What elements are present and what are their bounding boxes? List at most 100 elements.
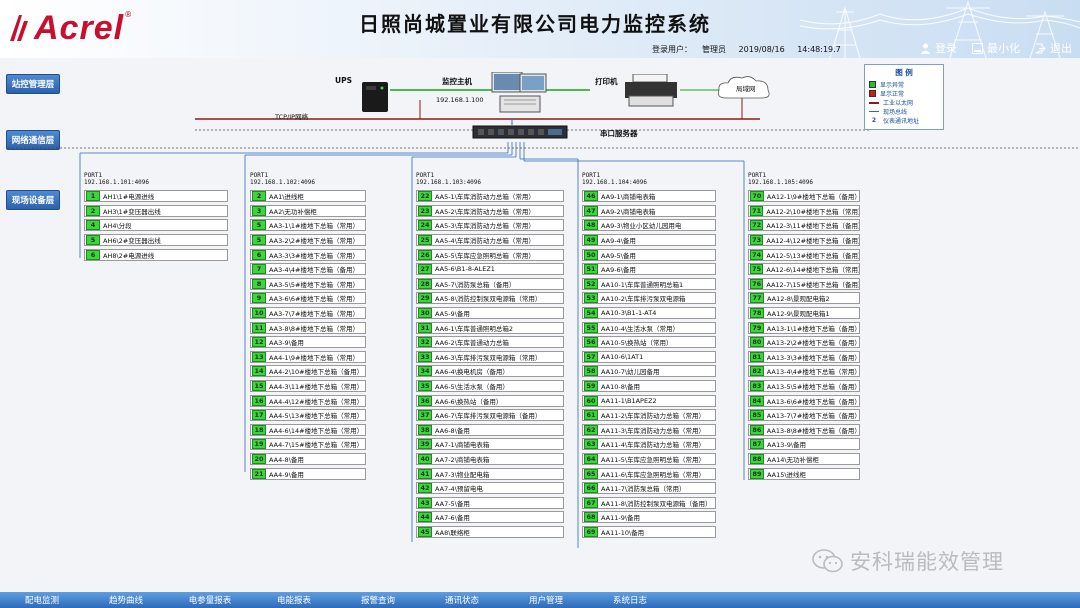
- device-row-box[interactable]: 5 AA3-2\2#楼地下总箱（常用）: [250, 234, 366, 247]
- device-row-box[interactable]: 24 AA5-3\车库消防动力总箱（常用）: [416, 219, 564, 232]
- device-row-box[interactable]: 7 AA3-4\4#楼地下总箱（备用）: [250, 263, 366, 276]
- device-row-box[interactable]: 6 AA3-3\3#楼地下总箱（常用）: [250, 248, 366, 261]
- device-row[interactable]: 77 AA12-8\景观配电箱2: [748, 291, 860, 306]
- device-row-box[interactable]: 35 AA6-5\生活水泵（备用）: [416, 380, 564, 393]
- device-row[interactable]: 57 AA10-6\1AT1: [582, 350, 716, 365]
- device-row[interactable]: 86 AA13-8\8#楼地下总箱（备用）: [748, 423, 860, 438]
- device-row-box[interactable]: 37 AA6-7\车库排污泵双电源箱（备用）: [416, 409, 564, 422]
- device-row-box[interactable]: 4 AH4\分段: [84, 219, 228, 232]
- device-row[interactable]: 53 AA10-2\车库排污泵双电源箱: [582, 291, 716, 306]
- device-row[interactable]: 52 AA10-1\车库普通照明总箱1: [582, 277, 716, 292]
- device-row[interactable]: 59 AA10-8\备用: [582, 379, 716, 394]
- device-row-box[interactable]: 5 AA3-1\1#楼地下总箱（常用）: [250, 219, 366, 232]
- device-row-box[interactable]: 15 AA4-3\11#楼地下总箱（常用）: [250, 380, 366, 393]
- device-row-box[interactable]: 83 AA13-5\5#楼地下总箱（备用）: [748, 380, 860, 393]
- device-row[interactable]: 10 AA3-7\7#楼地下总箱（常用）: [250, 306, 366, 321]
- device-row-box[interactable]: 88 AA14\无功补偿柜: [748, 452, 860, 465]
- device-row[interactable]: 29 AA5-8\消防控制泵双电源箱（常用）: [416, 291, 564, 306]
- device-row-box[interactable]: 58 AA10-7\幼儿园备用: [582, 365, 716, 378]
- device-row[interactable]: 19 AA4-7\15#楼地下总箱（常用）: [250, 437, 366, 452]
- device-row-box[interactable]: 75 AA12-6\14#楼地下总箱（常用）: [748, 263, 860, 276]
- device-row-box[interactable]: 55 AA10-4\生活水泵（常用）: [582, 321, 716, 334]
- device-row[interactable]: 63 AA11-4\车库消防动力总箱（常用）: [582, 437, 716, 452]
- device-row[interactable]: 89 AA15\进线柜: [748, 466, 860, 481]
- device-row[interactable]: 14 AA4-2\10#楼地下总箱（备用）: [250, 364, 366, 379]
- device-row-box[interactable]: 65 AA11-6\车库应急照明总箱（常用）: [582, 467, 716, 480]
- device-row[interactable]: 58 AA10-7\幼儿园备用: [582, 364, 716, 379]
- device-row-box[interactable]: 48 AA9-3\物业小区幼儿园用电: [582, 219, 716, 232]
- device-row[interactable]: 76 AA12-7\15#楼地下总箱（备用）: [748, 277, 860, 292]
- device-row[interactable]: 2 AH3\1#变压器出线: [84, 204, 228, 219]
- device-row-box[interactable]: 41 AA7-3\物业配电箱: [416, 467, 564, 480]
- device-row-box[interactable]: 76 AA12-7\15#楼地下总箱（备用）: [748, 277, 860, 290]
- device-row-box[interactable]: 51 AA9-6\备用: [582, 263, 716, 276]
- device-row[interactable]: 36 AA6-6\换热站（备用）: [416, 393, 564, 408]
- device-row[interactable]: 1 AH1\1#电源进线: [84, 189, 228, 204]
- device-row-box[interactable]: 5 AH6\2#变压器出线: [84, 234, 228, 247]
- device-row[interactable]: 47 AA9-2\商铺电表箱: [582, 204, 716, 219]
- device-row-box[interactable]: 77 AA12-8\景观配电箱2: [748, 292, 860, 305]
- device-row-box[interactable]: 31 AA6-1\车库普通照明总箱2: [416, 321, 564, 334]
- device-row[interactable]: 26 AA5-5\车库应急照明总箱（常用）: [416, 247, 564, 262]
- device-row[interactable]: 24 AA5-3\车库消防动力总箱（常用）: [416, 218, 564, 233]
- device-row[interactable]: 28 AA5-7\消防泵总箱（备用）: [416, 277, 564, 292]
- device-row-box[interactable]: 74 AA12-5\13#楼地下总箱（备用）: [748, 248, 860, 261]
- device-row-box[interactable]: 43 AA7-5\备用: [416, 496, 564, 509]
- device-row[interactable]: 22 AA5-1\车库消防动力总箱（常用）: [416, 189, 564, 204]
- device-row[interactable]: 37 AA6-7\车库排污泵双电源箱（备用）: [416, 408, 564, 423]
- device-row[interactable]: 44 AA7-6\备用: [416, 510, 564, 525]
- device-row[interactable]: 84 AA13-6\6#楼地下总箱（备用）: [748, 393, 860, 408]
- device-row[interactable]: 48 AA9-3\物业小区幼儿园用电: [582, 218, 716, 233]
- device-row[interactable]: 50 AA9-5\备用: [582, 247, 716, 262]
- device-row[interactable]: 18 AA4-6\14#楼地下总箱（常用）: [250, 423, 366, 438]
- nav-comm-status[interactable]: 通讯状态: [420, 592, 504, 608]
- device-row-box[interactable]: 89 AA15\进线柜: [748, 467, 860, 480]
- device-row-box[interactable]: 39 AA7-1\商铺电表箱: [416, 438, 564, 451]
- device-row[interactable]: 65 AA11-6\车库应急照明总箱（常用）: [582, 466, 716, 481]
- device-row[interactable]: 55 AA10-4\生活水泵（常用）: [582, 320, 716, 335]
- device-row-box[interactable]: 3 AA2\无功补偿柜: [250, 204, 366, 217]
- exit-button[interactable]: 退出: [1034, 40, 1072, 56]
- device-row[interactable]: 60 AA11-1\B1APEZ2: [582, 393, 716, 408]
- device-row[interactable]: 5 AH6\2#变压器出线: [84, 233, 228, 248]
- device-row-box[interactable]: 30 AA5-9\备用: [416, 307, 564, 320]
- device-row[interactable]: 42 AA7-4\预留电电: [416, 481, 564, 496]
- device-row[interactable]: 56 AA10-5\换热站（常用）: [582, 335, 716, 350]
- device-row[interactable]: 9 AA3-6\6#楼地下总箱（常用）: [250, 291, 366, 306]
- device-row[interactable]: 21 AA4-9\备用: [250, 466, 366, 481]
- device-row[interactable]: 43 AA7-5\备用: [416, 495, 564, 510]
- minimize-button[interactable]: 最小化: [971, 40, 1020, 56]
- device-row-box[interactable]: 29 AA5-8\消防控制泵双电源箱（常用）: [416, 292, 564, 305]
- device-row[interactable]: 25 AA5-4\车库消防动力总箱（常用）: [416, 233, 564, 248]
- device-row[interactable]: 74 AA12-5\13#楼地下总箱（备用）: [748, 247, 860, 262]
- device-row-box[interactable]: 63 AA11-4\车库消防动力总箱（常用）: [582, 438, 716, 451]
- device-row[interactable]: 61 AA11-2\车库消防动力总箱（常用）: [582, 408, 716, 423]
- device-row[interactable]: 54 AA10-3\B1-1-AT4: [582, 306, 716, 321]
- device-row-box[interactable]: 1 AH1\1#电源进线: [84, 190, 228, 203]
- device-row-box[interactable]: 45 AA8\联络柜: [416, 525, 564, 538]
- device-row-box[interactable]: 25 AA5-4\车库消防动力总箱（常用）: [416, 234, 564, 247]
- device-row[interactable]: 23 AA5-2\车库消防动力总箱（常用）: [416, 204, 564, 219]
- device-row[interactable]: 75 AA12-6\14#楼地下总箱（常用）: [748, 262, 860, 277]
- nav-distribution-monitoring[interactable]: 配电监测: [0, 592, 84, 608]
- nav-parameter-report[interactable]: 电参量报表: [168, 592, 252, 608]
- serial-server-device[interactable]: [472, 124, 568, 140]
- device-row-box[interactable]: 84 AA13-6\6#楼地下总箱（备用）: [748, 394, 860, 407]
- device-row[interactable]: 8 AA3-5\5#楼地下总箱（常用）: [250, 277, 366, 292]
- login-button[interactable]: 登录: [919, 40, 957, 56]
- device-row[interactable]: 67 AA11-8\消防控制泵双电源箱（备用）: [582, 495, 716, 510]
- device-row[interactable]: 68 AA11-9\备用: [582, 510, 716, 525]
- device-row-box[interactable]: 72 AA12-3\11#楼地下总箱（备用）: [748, 219, 860, 232]
- device-row-box[interactable]: 40 AA7-2\商铺电表箱: [416, 452, 564, 465]
- device-row-box[interactable]: 14 AA4-2\10#楼地下总箱（备用）: [250, 365, 366, 378]
- device-row-box[interactable]: 20 AA4-8\备用: [250, 452, 366, 465]
- device-row[interactable]: 79 AA13-1\1#楼地下总箱（备用）: [748, 320, 860, 335]
- device-row-box[interactable]: 6 AH8\2#电源进线: [84, 248, 228, 261]
- device-row-box[interactable]: 87 AA13-9\备用: [748, 438, 860, 451]
- device-row[interactable]: 85 AA13-7\7#楼地下总箱（备用）: [748, 408, 860, 423]
- device-row-box[interactable]: 52 AA10-1\车库普通照明总箱1: [582, 277, 716, 290]
- device-row-box[interactable]: 62 AA11-3\车库消防动力总箱（常用）: [582, 423, 716, 436]
- device-row[interactable]: 32 AA6-2\车库普通动力总箱: [416, 335, 564, 350]
- device-row-box[interactable]: 53 AA10-2\车库排污泵双电源箱: [582, 292, 716, 305]
- device-row-box[interactable]: 79 AA13-1\1#楼地下总箱（备用）: [748, 321, 860, 334]
